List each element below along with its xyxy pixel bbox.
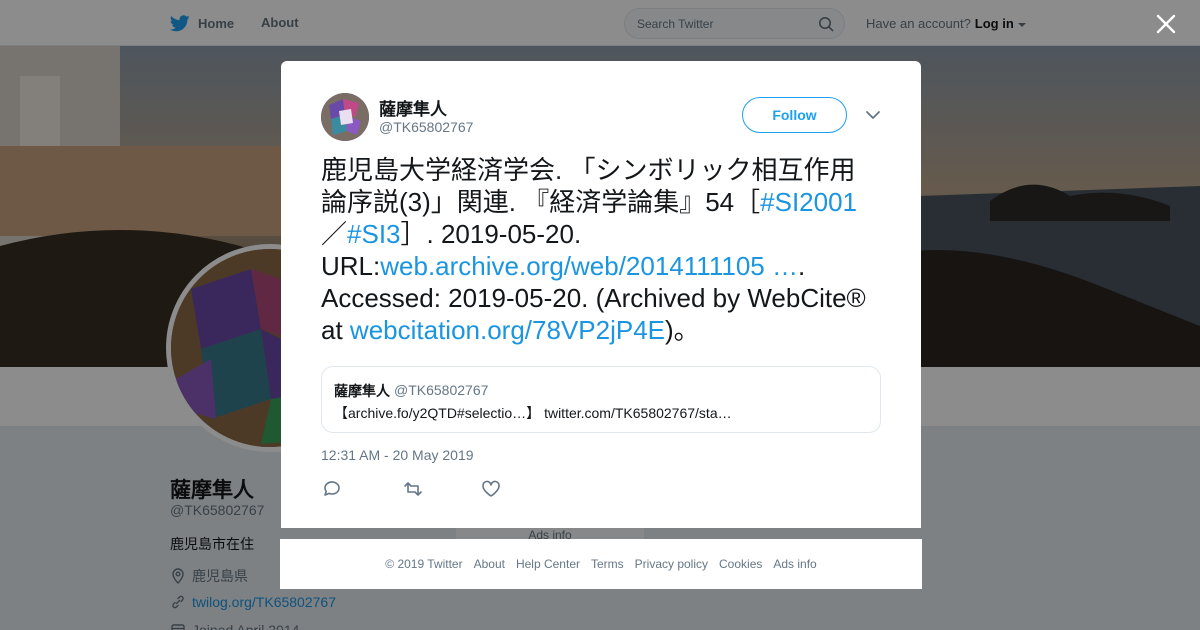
footer-copyright: © 2019 Twitter [385, 557, 463, 571]
follow-button[interactable]: Follow [742, 97, 847, 133]
footer-help-center-link[interactable]: Help Center [516, 557, 580, 571]
quoted-tweet[interactable]: 薩摩隼人 @TK65802767 【archive.fo/y2QTD#selec… [321, 366, 881, 433]
like-icon[interactable] [481, 479, 561, 499]
hashtag-link[interactable]: #SI2001 [760, 187, 857, 217]
chevron-down-icon[interactable] [865, 109, 881, 121]
archive-link[interactable]: web.archive.org/web/2014111105 … [380, 251, 798, 281]
footer-privacy-link[interactable]: Privacy policy [635, 557, 708, 571]
quoted-author-name: 薩摩隼人 [334, 383, 390, 399]
tweet-separator: ／ [321, 219, 348, 249]
hashtag-link[interactable]: #SI3 [347, 219, 401, 249]
close-icon[interactable] [1154, 12, 1178, 36]
footer-cookies-link[interactable]: Cookies [719, 557, 762, 571]
modal-footer: © 2019 Twitter About Help Center Terms P… [280, 539, 922, 589]
author-avatar-image [321, 93, 369, 141]
quoted-tweet-text: 【archive.fo/y2QTD#selectio…】 twitter.com… [334, 405, 732, 421]
footer-terms-link[interactable]: Terms [591, 557, 624, 571]
tweet-author-handle[interactable]: @TK65802767 [379, 119, 473, 135]
tweet-actions [321, 479, 561, 499]
footer-about-link[interactable]: About [474, 557, 505, 571]
retweet-icon[interactable] [401, 479, 481, 499]
webcite-link[interactable]: webcitation.org/78VP2jP4E [350, 315, 665, 345]
footer-ads-info-link[interactable]: Ads info [773, 557, 816, 571]
tweet-text-part4: )。 [665, 315, 700, 345]
tweet-author-name[interactable]: 薩摩隼人 [379, 95, 447, 120]
reply-icon[interactable] [321, 479, 401, 499]
tweet-text: 鹿児島大学経済学会. 「シンボリック相互作用論序説(3)」関連. 『経済学論集』… [321, 154, 881, 346]
tweet-timestamp[interactable]: 12:31 AM - 20 May 2019 [321, 447, 474, 463]
tweet-author-avatar[interactable] [321, 93, 369, 141]
tweet-modal: 薩摩隼人 @TK65802767 Follow 鹿児島大学経済学会. 「シンボリ… [281, 61, 921, 528]
quoted-author-handle: @TK65802767 [394, 382, 489, 398]
